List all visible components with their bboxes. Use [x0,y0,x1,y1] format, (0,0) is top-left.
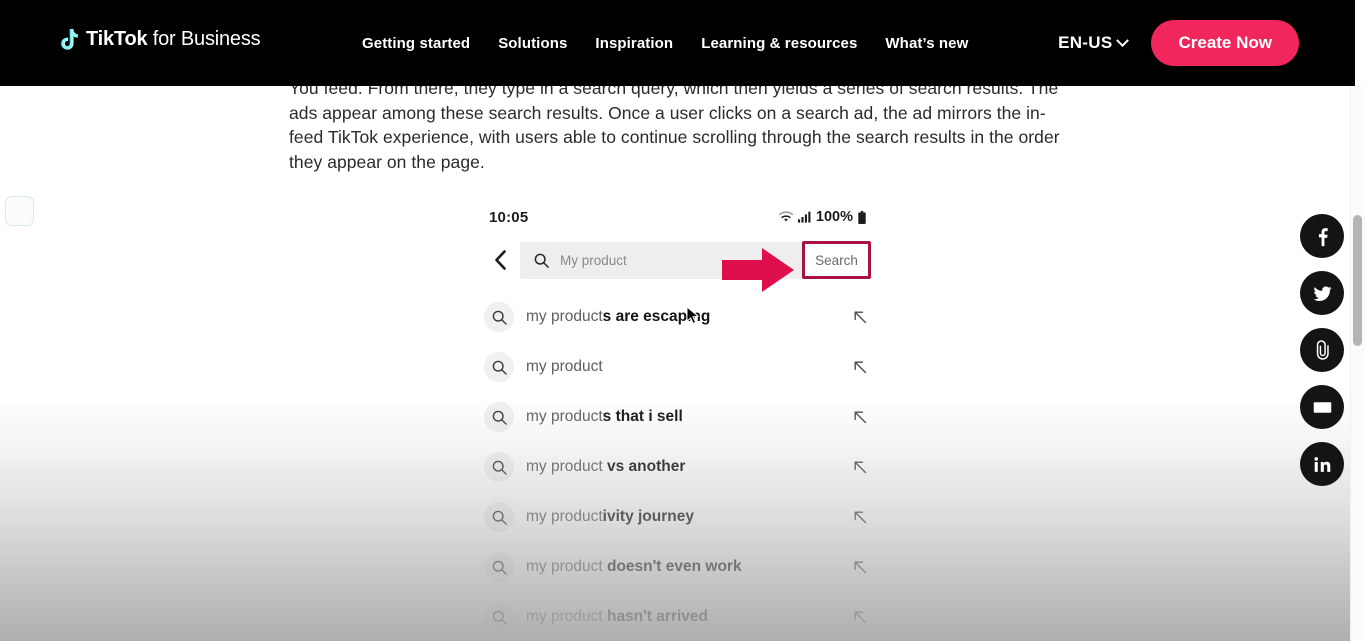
list-item[interactable]: my products that i sell [478,392,878,442]
suggestion-text: my product vs another [526,458,686,475]
signal-bars-icon [797,211,811,223]
arrow-up-left-icon[interactable] [852,309,868,325]
linkedin-icon [1313,456,1330,472]
search-icon [484,602,514,632]
arrow-up-left-icon[interactable] [852,559,868,575]
search-suggestions-list: my products are escaping my product my p… [478,286,878,641]
arrow-up-left-icon[interactable] [852,409,868,425]
list-item[interactable]: my productivity journey [478,492,878,542]
brand-logo[interactable]: TikTok for Business [60,28,261,51]
linkedin-share-button[interactable] [1300,442,1344,486]
phone-mockup: 10:05 100% My product Search my products… [478,200,878,641]
create-now-button[interactable]: Create Now [1151,20,1299,66]
suggestion-text: my product [526,358,603,375]
link-paperclip-icon [1316,339,1329,360]
nav-links: Getting started Solutions Inspiration Le… [362,0,968,86]
twitter-icon [1313,285,1332,301]
left-floating-placeholder [5,196,34,226]
article-paragraph: You feed. From there, they type in a sea… [289,78,1060,172]
search-icon [484,402,514,432]
nav-right-group: EN-US Create Now [1058,0,1299,86]
phone-status-bar: 10:05 100% [478,200,878,234]
list-item[interactable]: my product [478,342,878,392]
search-button[interactable]: Search [802,241,871,279]
facebook-share-button[interactable] [1300,214,1344,258]
nav-item-inspiration[interactable]: Inspiration [595,35,673,52]
nav-item-learning-resources[interactable]: Learning & resources [701,35,857,52]
search-icon [484,302,514,332]
suggestion-text: my products are escaping [526,308,711,325]
copy-link-share-button[interactable] [1300,328,1344,372]
status-time: 10:05 [489,208,529,226]
suggestion-text: my product hasn't arrived [526,608,709,625]
battery-percent: 100% [815,209,853,225]
search-icon [484,552,514,582]
list-item[interactable]: my products are escaping [478,292,878,342]
suggestion-text: my productivity journey [526,508,694,525]
email-icon [1313,401,1331,413]
status-indicators: 100% [778,209,866,225]
nav-item-solutions[interactable]: Solutions [498,35,567,52]
top-navigation-bar: TikTok for Business Getting started Solu… [0,0,1355,86]
list-item[interactable]: my product doesn't even work [478,542,878,592]
search-input-value: My product [560,252,627,268]
email-share-button[interactable] [1300,385,1344,429]
brand-name-bold: TikTok [86,28,148,50]
back-chevron-icon[interactable] [488,247,514,273]
list-item[interactable]: my product hasn't arrived [478,592,878,641]
chevron-down-icon [1116,33,1130,47]
facebook-icon [1318,227,1328,246]
wifi-icon [778,211,793,222]
arrow-up-left-icon[interactable] [852,459,868,475]
arrow-up-left-icon[interactable] [852,359,868,375]
language-label: EN-US [1058,33,1113,52]
search-icon [484,502,514,532]
nav-item-whats-new[interactable]: What’s new [885,35,968,52]
suggestion-text: my products that i sell [526,408,683,425]
brand-name-light: for Business [147,28,261,50]
scrollbar-track[interactable] [1350,86,1365,641]
search-icon [484,452,514,482]
suggestion-text: my product doesn't even work [526,558,742,575]
scrollbar-thumb[interactable] [1353,215,1362,346]
arrow-up-left-icon[interactable] [852,509,868,525]
arrow-up-left-icon[interactable] [852,609,868,625]
search-icon [484,352,514,382]
list-item[interactable]: my product vs another [478,442,878,492]
nav-item-getting-started[interactable]: Getting started [362,35,470,52]
battery-full-icon [858,210,866,224]
page-root: You feed. From there, they type in a sea… [0,0,1365,641]
tiktok-note-icon [60,28,79,51]
social-share-rail [1300,214,1344,486]
search-icon [534,253,549,268]
language-selector[interactable]: EN-US [1058,33,1130,53]
phone-search-row: My product Search [478,234,878,292]
twitter-share-button[interactable] [1300,271,1344,315]
brand-text: TikTok for Business [86,28,261,51]
article-body: You feed. From there, they type in a sea… [289,76,1061,174]
